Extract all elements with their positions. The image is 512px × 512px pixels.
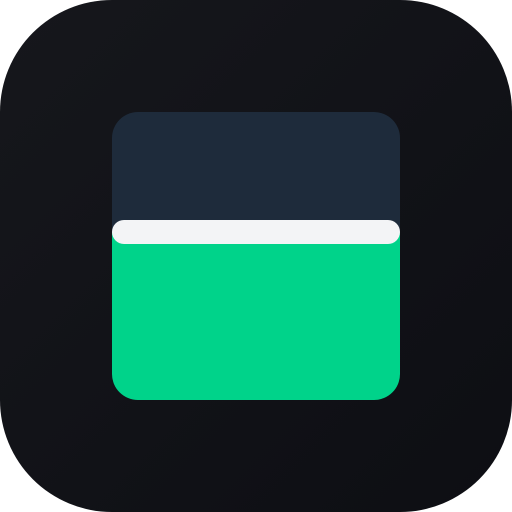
fill-region (112, 232, 400, 400)
divider-bar (112, 220, 400, 244)
app-icon-tile (0, 0, 512, 512)
fill-level-icon (112, 112, 400, 400)
empty-region (112, 112, 400, 232)
